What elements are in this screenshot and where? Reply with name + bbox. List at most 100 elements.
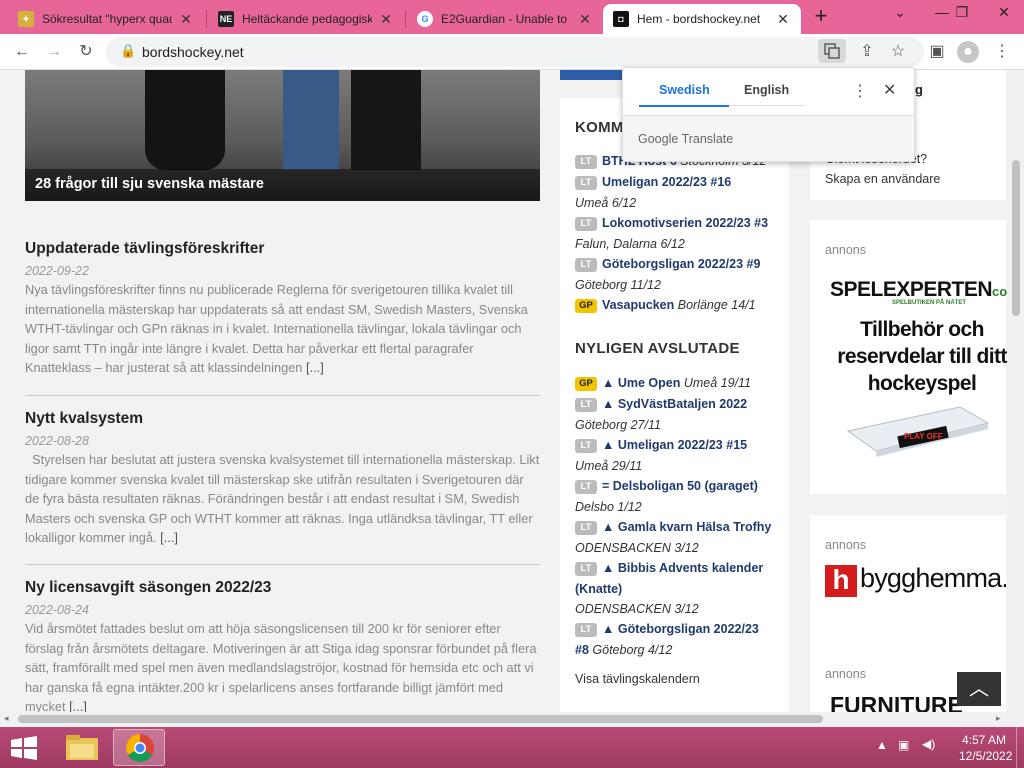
show-hidden-icons-icon[interactable]: ▲ [876, 738, 888, 752]
event-item[interactable]: LT ▲ Umeligan 2022/23 #15 Umeå 29/11 [575, 435, 775, 476]
scrollbar-thumb[interactable] [1012, 160, 1020, 316]
restore-button[interactable]: ❐ [942, 0, 982, 28]
tab-strip: ✦ Sökresultat "hyperx quad ✕ NE Heltäcka… [0, 0, 1024, 34]
ad-label: annons [825, 243, 867, 257]
vertical-scrollbar[interactable] [1008, 70, 1024, 712]
event-item[interactable]: LT ▲ Göteborgsligan 2022/23 #8 Göteborg 4… [575, 619, 775, 660]
tab-search-icon[interactable]: ⌄ [880, 0, 920, 28]
create-user-link[interactable]: Skapa en användare [825, 172, 940, 186]
event-name[interactable]: Göteborgsligan 2022/23 #9 [602, 257, 760, 271]
close-icon[interactable]: ✕ [577, 11, 593, 28]
ad-brand: SPELEXPERTEN [830, 278, 993, 301]
new-tab-button[interactable]: + [808, 5, 834, 29]
close-icon[interactable]: ✕ [775, 11, 791, 28]
excerpt-text: Nya tävlingsföreskrifter finns nu public… [25, 282, 528, 376]
menu-kebab-icon[interactable]: ⋮ [991, 41, 1013, 63]
event-item[interactable]: LT = Delsboligan 50 (garaget) Delsbo 1/12 [575, 476, 775, 517]
event-place: Falun, Dalarna 6/12 [575, 236, 685, 251]
ad-product: PLAY OFF [904, 432, 943, 441]
event-name[interactable]: ▲ Umeligan 2022/23 #15 [602, 438, 747, 452]
share-icon[interactable]: ⇪ [856, 41, 878, 63]
tab-title: Hem - bordshockey.net [637, 12, 761, 26]
post-date: 2022-08-24 [25, 603, 89, 617]
hero-caption[interactable]: 28 frågor till sju svenska mästare [25, 169, 540, 201]
ad-brand[interactable]: FURNITURE [830, 692, 963, 712]
event-name[interactable]: Umeligan 2022/23 #16 [602, 175, 731, 189]
event-name[interactable]: Lokomotivserien 2022/23 #3 [602, 216, 768, 230]
finished-heading: NYLIGEN AVSLUTADE [575, 340, 740, 357]
reload-icon[interactable]: ↻ [75, 41, 97, 63]
event-item[interactable]: LT ▲ SydVästBataljen 2022 Göteborg 27/11 [575, 394, 775, 435]
event-name[interactable]: = Delsboligan 50 (garaget) [602, 479, 758, 493]
event-name[interactable]: ▲ Gamla kvarn Hälsa Trofhy [602, 520, 771, 534]
event-name[interactable]: ▲ SydVästBataljen 2022 [602, 397, 747, 411]
event-item[interactable]: GP Vasapucken Borlänge 14/1 [575, 295, 775, 316]
tab-ne[interactable]: NE Heltäckande pedagogisk ✕ [208, 4, 404, 34]
screen: ✦ Sökresultat "hyperx quad ✕ NE Heltäcka… [0, 0, 1024, 768]
profile-avatar-icon[interactable]: ● [957, 41, 979, 63]
taskbar: ▲ ▣ ◀) 4:57 AM 12/5/2022 [0, 727, 1024, 768]
event-name[interactable]: Vasapucken [602, 298, 674, 312]
ad-headline[interactable]: Tillbehör och reservdelar till ditt hock… [832, 316, 1012, 397]
bordshockey-icon: ◘ [613, 11, 629, 27]
read-more-link[interactable]: [...] [160, 530, 178, 545]
hero-image[interactable]: 28 frågor till sju svenska mästare [25, 70, 540, 201]
post-title[interactable]: Nytt kvalsystem [25, 410, 540, 428]
side-panel-icon[interactable]: ▣ [926, 41, 948, 63]
close-icon[interactable]: ✕ [178, 11, 194, 28]
clock[interactable]: 4:57 AM 12/5/2022 [959, 733, 1012, 763]
tab-e2guardian[interactable]: G E2Guardian - Unable to ✕ [407, 4, 603, 34]
event-item[interactable]: LT ▲ Bibbis Advents kalender (Knatte) ODEN… [575, 558, 775, 620]
address-bar[interactable]: 🔒 bordshockey.net [106, 37, 924, 67]
scrollbar-thumb[interactable] [18, 715, 823, 723]
volume-icon[interactable]: ◀) [922, 737, 935, 751]
scroll-right-icon[interactable]: ▸ [996, 713, 1001, 724]
event-item[interactable]: LT Lokomotivserien 2022/23 #3 Falun, Dala… [575, 213, 775, 254]
translate-icon[interactable] [818, 39, 846, 63]
file-explorer-icon[interactable] [56, 729, 108, 766]
lt-badge: LT [575, 398, 597, 412]
windows-start-icon[interactable] [8, 735, 40, 761]
bygghemma-logo-icon[interactable]: h [825, 565, 857, 597]
target-lang-tab[interactable]: English [744, 83, 789, 97]
event-item[interactable]: LT Göteborgsligan 2022/23 #9 Göteborg 11/1… [575, 254, 775, 295]
close-icon[interactable]: ✕ [883, 80, 896, 100]
calendar-link[interactable]: Visa tävlingskalendern [575, 672, 700, 686]
network-icon[interactable]: ▣ [898, 738, 909, 752]
show-desktop-button[interactable] [1016, 727, 1024, 768]
event-item[interactable]: LT Umeligan 2022/23 #16 Umeå 6/12 [575, 172, 775, 213]
divider [25, 395, 540, 396]
event-place: Borlänge 14/1 [677, 298, 756, 312]
read-more-link[interactable]: [...] [306, 360, 324, 375]
event-place: Umeå 19/11 [683, 376, 752, 390]
close-icon[interactable]: ✕ [378, 11, 394, 28]
read-more-link[interactable]: [...] [69, 699, 87, 712]
post-title[interactable]: Ny licensavgift säsongen 2022/23 [25, 579, 540, 597]
close-window-button[interactable]: ✕ [984, 0, 1024, 28]
source-lang-tab[interactable]: Swedish [659, 83, 710, 97]
event-place: ODENSBACKEN 3/12 [575, 540, 699, 555]
scroll-to-top-button[interactable]: ︿ [957, 672, 1001, 706]
tab-hyperx[interactable]: ✦ Sökresultat "hyperx quad ✕ [8, 4, 204, 34]
event-name[interactable]: ▲ Bibbis Advents kalender (Knatte) [575, 561, 763, 596]
forward-arrow-icon[interactable]: → [43, 41, 65, 63]
post-date: 2022-08-28 [25, 434, 89, 448]
bookmark-star-icon[interactable]: ☆ [887, 41, 909, 63]
horizontal-scrollbar[interactable]: ◂ ▸ [0, 712, 1024, 726]
ad-brand[interactable]: bygghemma.s [860, 563, 1006, 594]
event-item[interactable]: LT ▲ Gamla kvarn Hälsa Trofhy ODENSBACKEN… [575, 517, 775, 558]
event-item[interactable]: GP ▲ Ume Open Umeå 19/11 [575, 373, 775, 394]
chrome-icon[interactable] [113, 729, 165, 766]
lt-badge: LT [575, 176, 597, 190]
scroll-left-icon[interactable]: ◂ [4, 713, 9, 724]
event-name[interactable]: ▲ Ume Open [602, 376, 680, 390]
translate-footer: Google Translate [623, 115, 914, 161]
hockey-table-image[interactable]: PLAY OFF [840, 395, 990, 457]
login-heading-partial: g [915, 82, 923, 97]
speleexperten-logo[interactable]: SPELEXPERTENco [830, 278, 1007, 302]
more-options-icon[interactable]: ⋮ [852, 81, 868, 101]
tab-bordshockey[interactable]: ◘ Hem - bordshockey.net ✕ [603, 4, 801, 34]
ad-label: annons [825, 667, 867, 681]
post-title[interactable]: Uppdaterade tävlingsföreskrifter [25, 240, 540, 258]
back-arrow-icon[interactable]: ← [11, 41, 33, 63]
